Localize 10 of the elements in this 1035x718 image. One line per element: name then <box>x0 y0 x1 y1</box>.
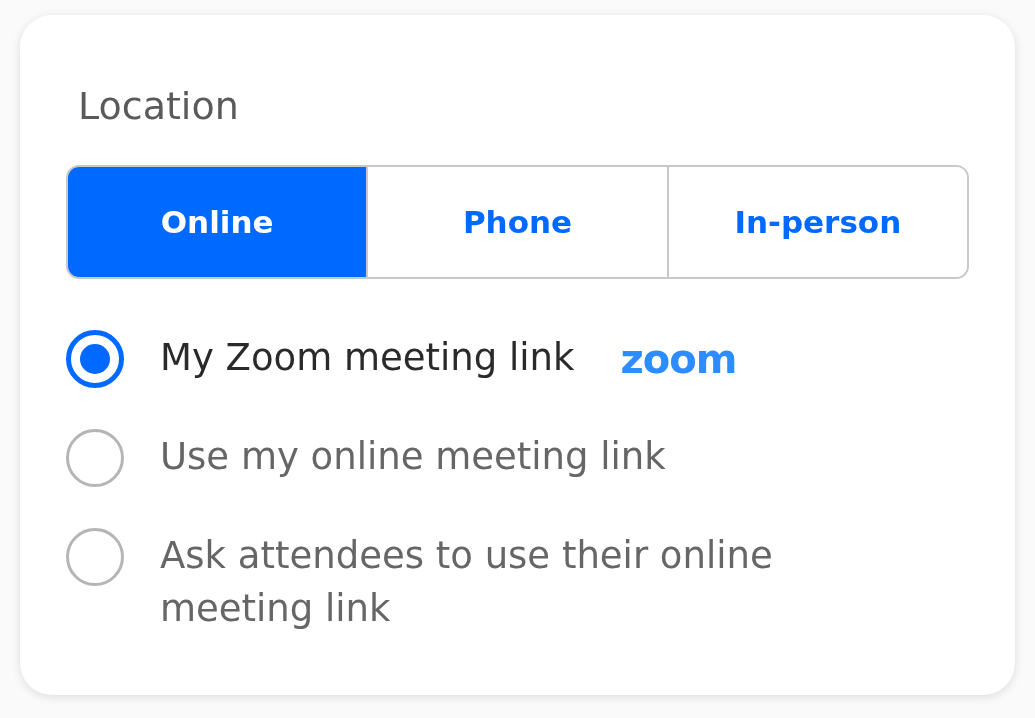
option-label: Use my online meeting link <box>160 434 666 480</box>
option-label: My Zoom meeting link <box>160 335 575 381</box>
zoom-logo: zoom <box>620 335 737 384</box>
option-label: Ask attendees to use their online meeting link <box>160 533 774 632</box>
section-title: Location <box>78 87 240 125</box>
location-tab[interactable]: In-person <box>666 167 967 277</box>
radio-button[interactable] <box>66 429 124 487</box>
location-tab[interactable]: Online <box>68 167 367 277</box>
radio-button[interactable] <box>66 330 124 388</box>
radio-button[interactable] <box>66 528 124 586</box>
